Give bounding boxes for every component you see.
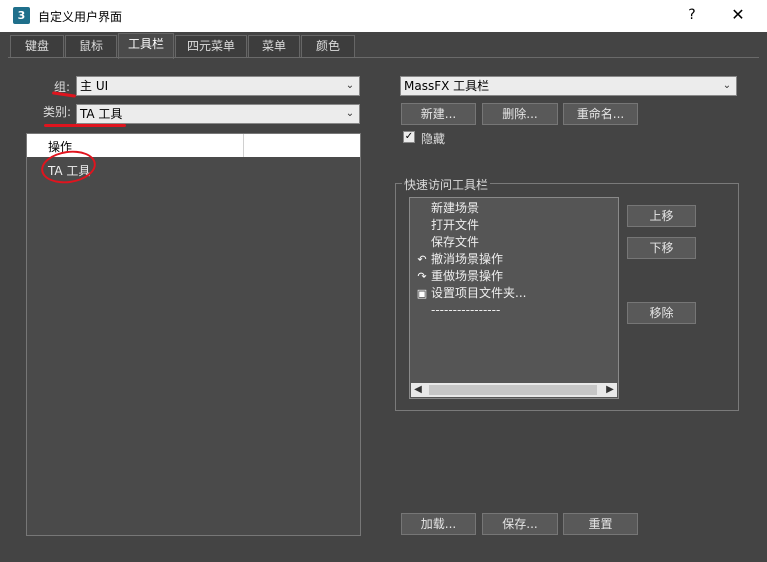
help-button[interactable]: ? <box>680 2 704 28</box>
tab-mouse[interactable]: 鼠标 <box>65 35 117 57</box>
list-item[interactable]: 新建场景 <box>413 200 479 217</box>
category-value: TA 工具 <box>80 107 123 121</box>
horizontal-scrollbar[interactable]: ◀ ▶ <box>411 383 617 397</box>
quick-access-list[interactable]: 新建场景 打开文件 保存文件 ↶ 撤消场景操作 ↷ 重做场景操作 ▣ 设置项目文件夹.… <box>409 197 619 399</box>
checkmark-icon: ✓ <box>404 131 414 142</box>
hide-label: 隐藏 <box>421 132 446 146</box>
toolbar-value: MassFX 工具栏 <box>404 79 490 93</box>
hide-checkbox[interactable]: ✓ <box>403 131 415 143</box>
list-item[interactable]: 保存文件 <box>413 234 479 251</box>
quick-access-title: 快速访问工具栏 <box>402 176 491 193</box>
chevron-down-icon: ⌄ <box>345 80 355 91</box>
tab-toolbars[interactable]: 工具栏 <box>118 33 174 59</box>
list-item[interactable]: ↶ 撤消场景操作 <box>413 251 503 268</box>
group-dropdown[interactable]: 主 UI ⌄ <box>76 76 360 96</box>
reset-button[interactable]: 重置 <box>563 513 638 535</box>
annotation-underline <box>44 124 126 127</box>
rename-toolbar-button[interactable]: 重命名... <box>563 103 638 125</box>
tab-quad-menus[interactable]: 四元菜单 <box>175 35 247 57</box>
move-up-button[interactable]: 上移 <box>627 205 696 227</box>
category-label: 类别: <box>43 105 72 119</box>
new-toolbar-button[interactable]: 新建... <box>401 103 476 125</box>
tab-divider <box>8 57 759 58</box>
chevron-down-icon: ⌄ <box>722 80 732 91</box>
chevron-down-icon: ⌄ <box>345 108 355 119</box>
close-button[interactable]: ✕ <box>723 2 753 28</box>
toolbar-dropdown[interactable]: MassFX 工具栏 ⌄ <box>400 76 737 96</box>
actions-list[interactable]: 操作 TA 工具 <box>26 133 361 536</box>
scroll-thumb[interactable] <box>429 385 597 395</box>
list-item[interactable]: 打开文件 <box>413 217 479 234</box>
dialog-body: 键盘 鼠标 工具栏 四元菜单 菜单 颜色 组: 主 UI ⌄ 类别: TA 工具… <box>0 32 767 562</box>
tab-colors[interactable]: 颜色 <box>301 35 355 57</box>
scroll-left-icon[interactable]: ◀ <box>411 383 425 397</box>
window-title: 自定义用户界面 <box>38 10 123 24</box>
title-bar: 3 自定义用户界面 ? ✕ <box>0 0 767 32</box>
scroll-right-icon[interactable]: ▶ <box>603 383 617 397</box>
list-item[interactable]: ▣ 设置项目文件夹... <box>413 285 527 302</box>
redo-icon: ↷ <box>417 270 427 283</box>
remove-button[interactable]: 移除 <box>627 302 696 324</box>
undo-icon: ↶ <box>417 253 427 266</box>
group-value: 主 UI <box>80 79 109 93</box>
list-item[interactable]: ---------------- <box>413 302 500 319</box>
category-dropdown[interactable]: TA 工具 ⌄ <box>76 104 360 124</box>
save-button[interactable]: 保存... <box>482 513 558 535</box>
delete-toolbar-button[interactable]: 删除... <box>482 103 558 125</box>
tab-menus[interactable]: 菜单 <box>248 35 300 57</box>
project-folder-icon: ▣ <box>416 287 428 300</box>
column-divider <box>243 134 244 157</box>
3dsmax-app-icon: 3 <box>13 7 30 24</box>
tab-keyboard[interactable]: 键盘 <box>10 35 64 57</box>
move-down-button[interactable]: 下移 <box>627 237 696 259</box>
load-button[interactable]: 加载... <box>401 513 476 535</box>
annotation-underline <box>51 91 77 98</box>
list-item[interactable]: ↷ 重做场景操作 <box>413 268 503 285</box>
